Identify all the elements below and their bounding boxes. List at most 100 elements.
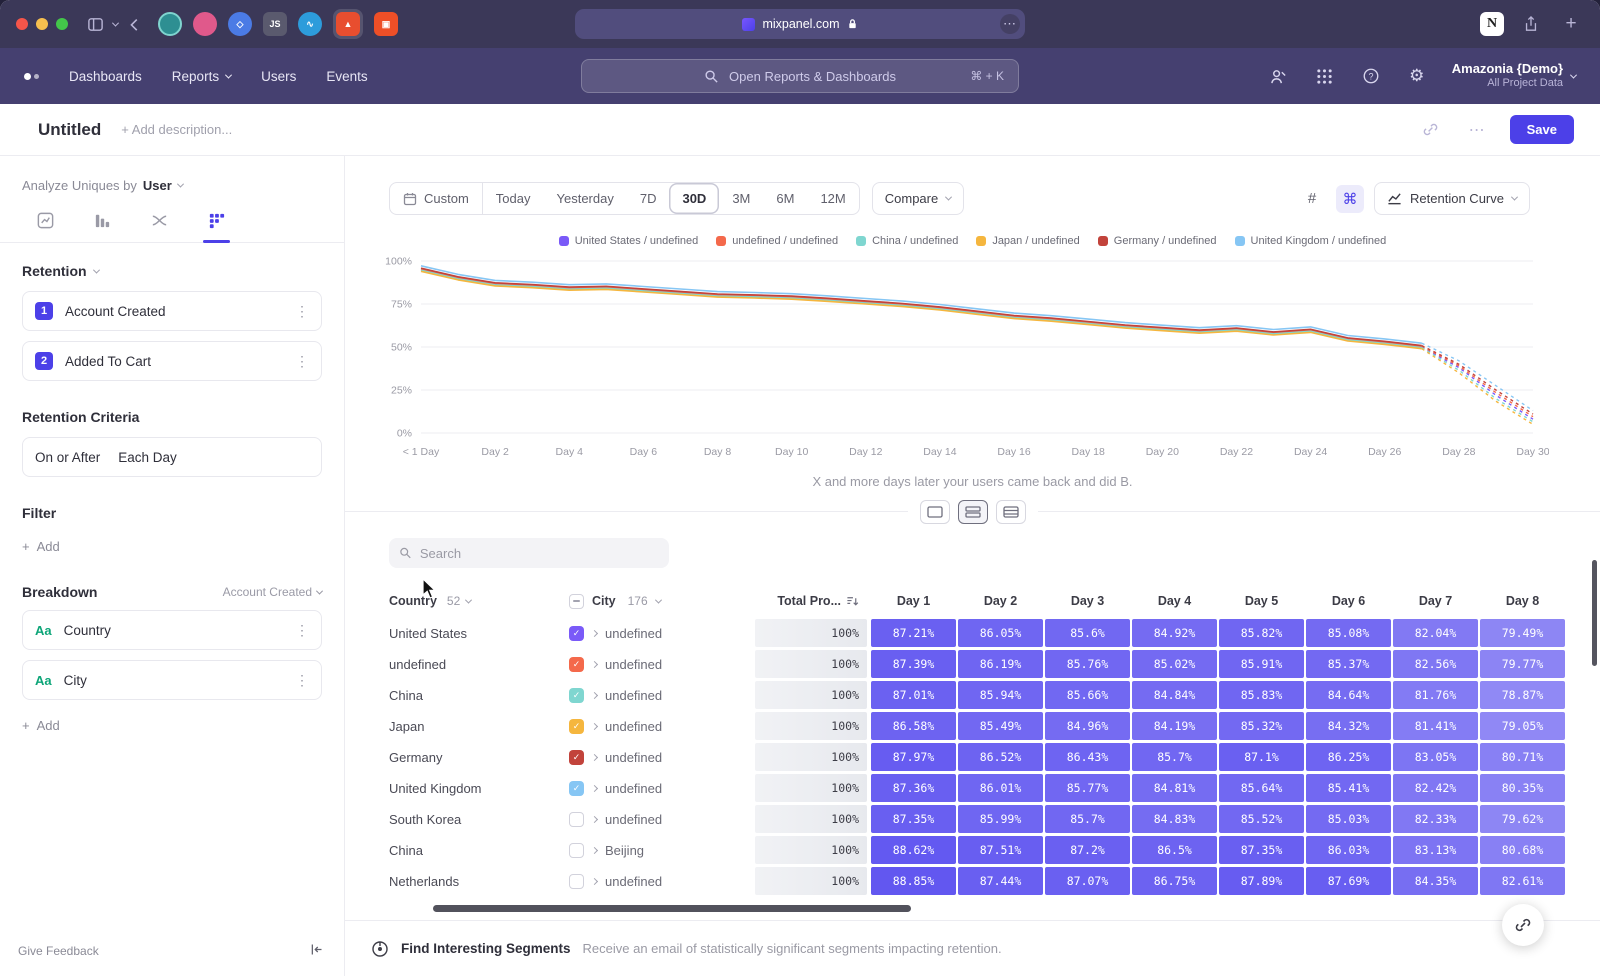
table-row[interactable]: Japan✓undefined100%86.58%85.49%84.96%84.… [389, 711, 1600, 741]
date-range-3m[interactable]: 3M [719, 183, 763, 214]
legend-item[interactable]: United Kingdom / undefined [1235, 235, 1387, 247]
city-column-header[interactable]: City 176 [569, 594, 755, 609]
breakdown-menu-icon[interactable]: ⋮ [295, 622, 309, 639]
day-cell[interactable]: 78.87% [1480, 681, 1565, 709]
split-view-icon[interactable] [958, 500, 988, 524]
day-cell[interactable]: 84.96% [1045, 712, 1130, 740]
day-cell[interactable]: 85.03% [1306, 805, 1391, 833]
day-cell[interactable]: 85.7% [1045, 805, 1130, 833]
table-only-view-icon[interactable] [996, 500, 1026, 524]
day-cell[interactable]: 79.05% [1480, 712, 1565, 740]
day-cell[interactable]: 86.25% [1306, 743, 1391, 771]
expand-chevron-icon[interactable] [591, 846, 598, 853]
chevron-down-icon[interactable] [108, 11, 122, 37]
date-range-30d[interactable]: 30D [669, 183, 719, 214]
day-cell[interactable]: 85.41% [1306, 774, 1391, 802]
page-actions-icon[interactable]: ⋯ [1000, 14, 1020, 34]
shortcuts-toggle-icon[interactable]: ⌘ [1336, 185, 1364, 213]
apps-grid-icon[interactable] [1312, 63, 1338, 89]
wave-extension-icon[interactable]: ∿ [298, 12, 322, 36]
expand-chevron-icon[interactable] [591, 815, 598, 822]
day-column-header[interactable]: Day 7 [1393, 594, 1478, 608]
total-cell[interactable]: 100% [755, 805, 867, 833]
copy-link-icon[interactable] [1418, 117, 1444, 143]
row-checkbox[interactable]: ✓ [569, 750, 584, 765]
row-checkbox[interactable] [569, 812, 584, 827]
step-label[interactable]: Account Created [65, 304, 166, 319]
criteria-each-day[interactable]: Each Day [118, 450, 177, 465]
day-cell[interactable]: 85.52% [1219, 805, 1304, 833]
day-cell[interactable]: 82.61% [1480, 867, 1565, 895]
day-cell[interactable]: 86.43% [1045, 743, 1130, 771]
day-cell[interactable]: 81.76% [1393, 681, 1478, 709]
breakdown-context-selector[interactable]: Account Created [223, 585, 322, 599]
day-cell[interactable]: 87.35% [1219, 836, 1304, 864]
criteria-on-or-after[interactable]: On or After [35, 450, 100, 465]
analyze-uniques-control[interactable]: Analyze Uniques by User [22, 178, 322, 193]
add-filter-button[interactable]: + Add [22, 539, 322, 554]
day-column-header[interactable]: Day 4 [1132, 594, 1217, 608]
expand-chevron-icon[interactable] [591, 722, 598, 729]
row-checkbox[interactable]: ✓ [569, 626, 584, 641]
table-row[interactable]: South Koreaundefined100%87.35%85.99%85.7… [389, 804, 1600, 834]
add-description-button[interactable]: + Add description... [121, 122, 232, 137]
table-row[interactable]: United States✓undefined100%87.21%86.05%8… [389, 618, 1600, 648]
date-range-today[interactable]: Today [483, 183, 544, 214]
add-breakdown-button[interactable]: + Add [22, 718, 322, 733]
manage-users-icon[interactable] [1266, 63, 1292, 89]
chart-only-view-icon[interactable] [920, 500, 950, 524]
day-cell[interactable]: 87.39% [871, 650, 956, 678]
row-checkbox[interactable] [569, 874, 584, 889]
day-cell[interactable]: 87.36% [871, 774, 956, 802]
select-all-checkbox[interactable] [569, 594, 584, 609]
day-cell[interactable]: 87.51% [958, 836, 1043, 864]
date-range-custom[interactable]: Custom [390, 183, 483, 214]
table-row[interactable]: ChinaBeijing100%88.62%87.51%87.2%86.5%87… [389, 835, 1600, 865]
day-cell[interactable]: 85.99% [958, 805, 1043, 833]
row-checkbox[interactable]: ✓ [569, 657, 584, 672]
breakdown-label[interactable]: City [64, 673, 87, 688]
horizontal-scrollbar[interactable] [433, 905, 911, 912]
day-cell[interactable]: 85.94% [958, 681, 1043, 709]
table-row[interactable]: Netherlandsundefined100%88.85%87.44%87.0… [389, 866, 1600, 896]
day-cell[interactable]: 87.89% [1219, 867, 1304, 895]
table-row[interactable]: United Kingdom✓undefined100%87.36%86.01%… [389, 773, 1600, 803]
retention-step-2[interactable]: 2 Added To Cart ⋮ [22, 341, 322, 381]
table-row[interactable]: Germany✓undefined100%87.97%86.52%86.43%8… [389, 742, 1600, 772]
day-cell[interactable]: 88.62% [871, 836, 956, 864]
row-checkbox[interactable]: ✓ [569, 688, 584, 703]
table-search[interactable] [389, 538, 669, 568]
country-column-header[interactable]: Country 52 [389, 594, 569, 608]
day-cell[interactable]: 85.82% [1219, 619, 1304, 647]
day-cell[interactable]: 85.64% [1219, 774, 1304, 802]
day-cell[interactable]: 82.33% [1393, 805, 1478, 833]
day-cell[interactable]: 87.1% [1219, 743, 1304, 771]
day-cell[interactable]: 85.76% [1045, 650, 1130, 678]
day-cell[interactable]: 87.69% [1306, 867, 1391, 895]
day-cell[interactable]: 84.81% [1132, 774, 1217, 802]
day-cell[interactable]: 84.84% [1132, 681, 1217, 709]
step-menu-icon[interactable]: ⋮ [295, 353, 309, 370]
back-icon[interactable] [122, 11, 148, 37]
day-cell[interactable]: 85.6% [1045, 619, 1130, 647]
date-range-6m[interactable]: 6M [763, 183, 807, 214]
shield-extension-icon[interactable]: ▲ [336, 12, 360, 36]
day-cell[interactable]: 86.75% [1132, 867, 1217, 895]
day-cell[interactable]: 83.13% [1393, 836, 1478, 864]
day-cell[interactable]: 85.7% [1132, 743, 1217, 771]
total-column-header[interactable]: Total Pro... [755, 594, 867, 608]
day-cell[interactable]: 85.66% [1045, 681, 1130, 709]
day-cell[interactable]: 84.83% [1132, 805, 1217, 833]
legend-item[interactable]: Japan / undefined [976, 235, 1079, 247]
tab-funnels-icon[interactable] [93, 211, 112, 242]
day-cell[interactable]: 87.2% [1045, 836, 1130, 864]
day-cell[interactable]: 85.02% [1132, 650, 1217, 678]
total-cell[interactable]: 100% [755, 867, 867, 895]
day-cell[interactable]: 79.62% [1480, 805, 1565, 833]
total-cell[interactable]: 100% [755, 774, 867, 802]
day-column-header[interactable]: Day 5 [1219, 594, 1304, 608]
legend-item[interactable]: United States / undefined [559, 235, 699, 247]
day-column-header[interactable]: Day 8 [1480, 594, 1565, 608]
total-cell[interactable]: 100% [755, 619, 867, 647]
total-cell[interactable]: 100% [755, 650, 867, 678]
